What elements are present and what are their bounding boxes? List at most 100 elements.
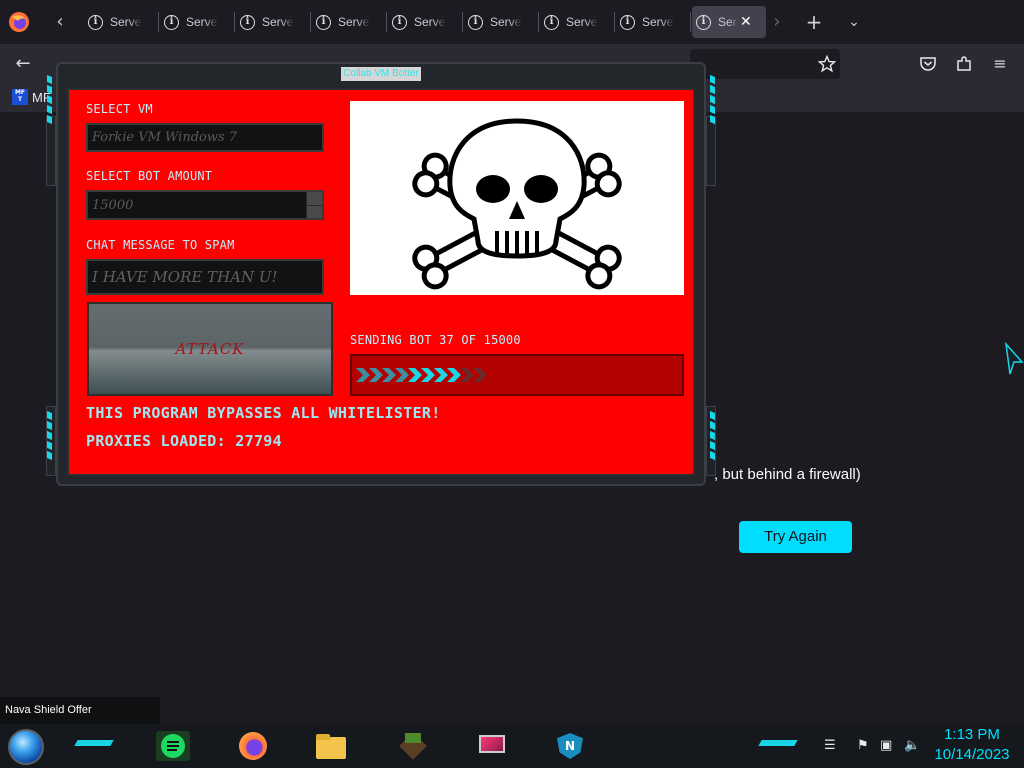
browser-tab[interactable]: i Server <box>160 6 234 38</box>
volume-icon[interactable]: 🔈 <box>904 738 920 753</box>
browser-tab[interactable]: i Server <box>236 6 310 38</box>
info-icon: i <box>392 14 407 30</box>
tab-title: Server <box>186 15 218 29</box>
action-center-flag-icon[interactable]: ⚑ <box>857 738 869 753</box>
tab-title: Server <box>338 15 370 29</box>
info-icon: i <box>696 14 711 30</box>
firefox-icon[interactable] <box>8 11 30 33</box>
info-icon: i <box>316 14 331 30</box>
try-again-button[interactable]: Try Again <box>739 521 852 553</box>
bot-amount-label: SELECT BOT AMOUNT <box>86 169 213 183</box>
back-button[interactable]: ← <box>12 53 34 75</box>
list-tabs-button[interactable]: ⌄ <box>842 10 866 34</box>
select-vm-label: SELECT VM <box>86 102 153 116</box>
extensions-icon[interactable] <box>955 55 973 73</box>
taskbar <box>0 724 1024 768</box>
progress-chevron <box>395 368 409 382</box>
proxies-loaded-text: PROXIES LOADED: 27794 <box>86 432 282 450</box>
right-frame-bar <box>706 116 716 186</box>
tab-separator <box>234 12 235 32</box>
network-icon[interactable]: ▣ <box>880 738 892 753</box>
notification-toast[interactable]: Nava Shield Offer <box>0 697 160 724</box>
taskbar-app-minecraft-icon[interactable] <box>396 731 430 761</box>
left-cyan-accent <box>47 74 53 126</box>
chat-message-label: CHAT MESSAGE TO SPAM <box>86 238 235 252</box>
bot-amount-value: 15000 <box>92 197 134 213</box>
browser-tab[interactable]: i Ser ✕ <box>692 6 766 38</box>
left-cyan-accent-lower <box>47 410 53 462</box>
tab-title: Server <box>262 15 294 29</box>
progress-chevron <box>460 368 474 382</box>
taskbar-app-file-explorer-icon[interactable] <box>314 731 348 761</box>
bot-amount-spin-buttons[interactable] <box>306 192 322 218</box>
taskbar-app-nava-shield-icon[interactable]: N <box>553 731 587 761</box>
browser-tab[interactable]: i Server <box>388 6 462 38</box>
tab-title: Server <box>490 15 522 29</box>
progress-chevron <box>421 368 435 382</box>
botter-panel: SELECT VM Forkie VM Windows 7 SELECT BOT… <box>67 88 695 476</box>
progress-chevron <box>434 368 448 382</box>
tab-separator <box>690 12 691 32</box>
tab-scroll-right-button[interactable]: › <box>765 10 789 34</box>
bookmark-star-icon[interactable] <box>818 55 836 73</box>
tab-title: Server <box>642 15 674 29</box>
info-icon: i <box>544 14 559 30</box>
tab-separator <box>310 12 311 32</box>
tab-title: Server <box>566 15 598 29</box>
browser-tab[interactable]: i Server <box>84 6 158 38</box>
taskbar-clock-date[interactable]: 10/14/2023 <box>930 746 1014 763</box>
tab-separator <box>386 12 387 32</box>
tab-separator <box>614 12 615 32</box>
cursor-arrow-icon <box>1004 342 1024 375</box>
taskbar-cyan-accent <box>758 740 798 746</box>
browser-tab[interactable]: i Server <box>464 6 538 38</box>
skull-image <box>350 101 684 295</box>
window-title: Collab VM Botter <box>341 67 421 81</box>
progress-chevron <box>408 368 422 382</box>
app-menu-button[interactable]: ≡ <box>989 53 1011 75</box>
progress-chevron <box>447 368 461 382</box>
browser-tab[interactable]: i Server <box>312 6 386 38</box>
tab-title: Server <box>110 15 142 29</box>
close-tab-icon[interactable]: ✕ <box>740 14 752 30</box>
show-hidden-icons-icon[interactable]: ☰ <box>824 738 836 753</box>
mft-bookmark-icon[interactable]: MF T <box>12 89 28 105</box>
pocket-icon[interactable] <box>919 55 937 73</box>
vm-botter-window: Collab VM Botter SELECT VM Forkie VM Win… <box>44 56 720 488</box>
select-vm-value: Forkie VM Windows 7 <box>92 130 238 145</box>
start-button[interactable] <box>8 729 44 765</box>
browser-tab[interactable]: i Server <box>540 6 614 38</box>
right-cyan-accent <box>710 74 716 126</box>
tab-separator <box>158 12 159 32</box>
taskbar-app-spotify-icon[interactable] <box>156 731 190 761</box>
taskbar-cyan-accent <box>74 740 114 746</box>
chat-message-field[interactable]: I HAVE MORE THAN U! <box>86 259 324 295</box>
info-icon: i <box>620 14 635 30</box>
tab-scroll-left-button[interactable]: ‹ <box>48 10 72 34</box>
taskbar-app-firefox-icon[interactable] <box>236 731 270 761</box>
tab-separator <box>538 12 539 32</box>
attack-button-label: ATTACK <box>175 340 245 358</box>
attack-button[interactable]: ATTACK <box>87 302 333 396</box>
progress-chevron <box>369 368 383 382</box>
page-error-message: , but behind a firewall) <box>714 466 861 483</box>
bypass-notice: THIS PROGRAM BYPASSES ALL WHITELISTER! <box>86 404 441 422</box>
info-icon: i <box>240 14 255 30</box>
select-vm-field[interactable]: Forkie VM Windows 7 <box>86 123 324 152</box>
tab-strip: ‹ i Server i Server i Server i Server i Server i Se… <box>0 0 1024 44</box>
taskbar-app-monitor-icon[interactable] <box>475 731 509 761</box>
right-cyan-accent-lower <box>710 410 716 462</box>
chat-message-value: I HAVE MORE THAN U! <box>92 268 278 286</box>
progress-chevron <box>356 368 370 382</box>
new-tab-button[interactable]: + <box>802 10 826 34</box>
browser-tab[interactable]: i Server <box>616 6 690 38</box>
tab-separator <box>462 12 463 32</box>
tab-title: Server <box>414 15 446 29</box>
info-icon: i <box>88 14 103 30</box>
progress-chevron <box>473 368 487 382</box>
bot-amount-stepper[interactable]: 15000 <box>86 190 324 220</box>
progress-chevron <box>382 368 396 382</box>
info-icon: i <box>468 14 483 30</box>
taskbar-clock-time[interactable]: 1:13 PM <box>930 726 1014 743</box>
tab-title: Ser <box>718 15 737 29</box>
